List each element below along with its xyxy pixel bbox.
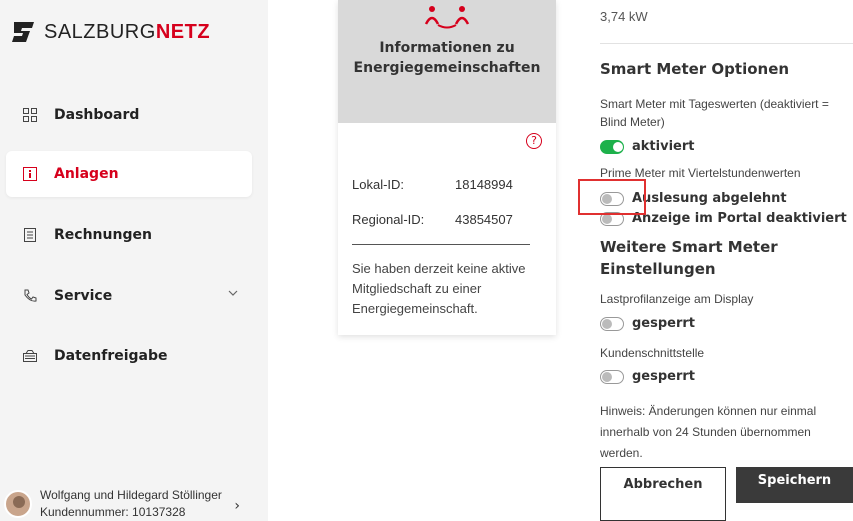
- sidebar-item-label: Rechnungen: [54, 227, 152, 243]
- regional-id-row: Regional-ID: 43854507: [352, 212, 513, 227]
- toggle-state: gesperrt: [632, 316, 696, 331]
- toggle-state: gesperrt: [632, 369, 696, 384]
- divider: [600, 43, 853, 44]
- cancel-button[interactable]: Abbrechen: [600, 467, 726, 521]
- toggle-state: Auslesung abgelehnt: [632, 191, 787, 206]
- phone-icon: [22, 288, 38, 304]
- user-name: Wolfgang und Hildegard Stöllinger: [40, 487, 222, 502]
- change-hint: Hinweis: Änderungen können nur einmal in…: [600, 404, 817, 460]
- data-share-icon: [22, 348, 38, 364]
- load-profile-label: Lastprofilanzeige am Display: [600, 292, 754, 306]
- chevron-down-icon[interactable]: [228, 288, 238, 298]
- meter-icon: [22, 166, 38, 182]
- toggle-switch[interactable]: [600, 316, 624, 331]
- sidebar-item-label: Service: [54, 288, 113, 304]
- regional-id-value: 43854507: [455, 212, 513, 227]
- daily-values-toggle[interactable]: aktiviert: [600, 139, 694, 154]
- avatar: [4, 489, 32, 518]
- customer-interface-label: Kundenschnittstelle: [600, 346, 705, 360]
- local-id-label: Lokal-ID:: [352, 177, 405, 192]
- chevron-right-icon[interactable]: ›: [234, 498, 240, 514]
- load-profile-toggle[interactable]: gesperrt: [600, 316, 695, 331]
- sidebar-item-label: Anlagen: [54, 166, 119, 182]
- logo-icon: [12, 22, 34, 42]
- local-id-row: Lokal-ID: 18148994: [352, 177, 513, 192]
- user-profile[interactable]: Wolfgang und Hildegard Stöllinger Kunden…: [0, 486, 268, 521]
- invoice-icon: [22, 227, 38, 243]
- toggle-state: Anzeige im Portal deaktiviert: [632, 211, 847, 226]
- toggle-switch[interactable]: [600, 369, 624, 384]
- customer-number: Kundennummer: 10137328: [40, 504, 186, 519]
- sidebar: SALZBURGNETZ Dashboard Anlagen Rechnunge…: [0, 0, 268, 521]
- help-icon[interactable]: ?: [526, 133, 542, 149]
- sidebar-item-dashboard[interactable]: Dashboard: [6, 92, 252, 138]
- community-icon: [424, 6, 470, 29]
- power-value: 3,74 kW: [600, 9, 648, 24]
- customer-interface-toggle[interactable]: gesperrt: [600, 369, 695, 384]
- card-title: Informationen zu Energiegemeinschaften: [353, 40, 541, 76]
- energy-community-card: Informationen zu Energiegemeinschaften ?…: [338, 0, 556, 335]
- toggle-state: aktiviert: [632, 139, 695, 154]
- local-id-value: 18148994: [455, 177, 513, 192]
- sidebar-item-service[interactable]: Service: [6, 273, 252, 319]
- sidebar-item-label: Dashboard: [54, 107, 140, 123]
- sidebar-item-rechnungen[interactable]: Rechnungen: [6, 212, 252, 258]
- daily-values-label: Smart Meter mit Tageswerten (deaktiviert…: [600, 97, 829, 129]
- membership-note: Sie haben derzeit keine aktive Mitglieds…: [352, 261, 526, 316]
- divider: [352, 244, 530, 245]
- logo[interactable]: SALZBURGNETZ: [10, 20, 210, 44]
- toggle-switch[interactable]: [600, 139, 624, 154]
- sidebar-item-anlagen[interactable]: Anlagen: [6, 151, 252, 197]
- section-title: Smart Meter Optionen: [600, 60, 790, 78]
- grid-icon: [22, 107, 38, 123]
- smart-meter-settings: 3,74 kW Smart Meter Optionen Smart Meter…: [587, 0, 853, 521]
- brand-name: SALZBURGNETZ: [44, 20, 211, 43]
- highlight-box: [578, 179, 646, 215]
- sidebar-item-label: Datenfreigabe: [54, 348, 168, 364]
- sidebar-item-datenfreigabe[interactable]: Datenfreigabe: [6, 333, 252, 379]
- section-title: Weitere Smart Meter Einstellungen: [600, 238, 778, 278]
- regional-id-label: Regional-ID:: [352, 212, 425, 227]
- card-header: Informationen zu Energiegemeinschaften: [338, 0, 556, 123]
- save-button[interactable]: Speichern: [736, 467, 853, 503]
